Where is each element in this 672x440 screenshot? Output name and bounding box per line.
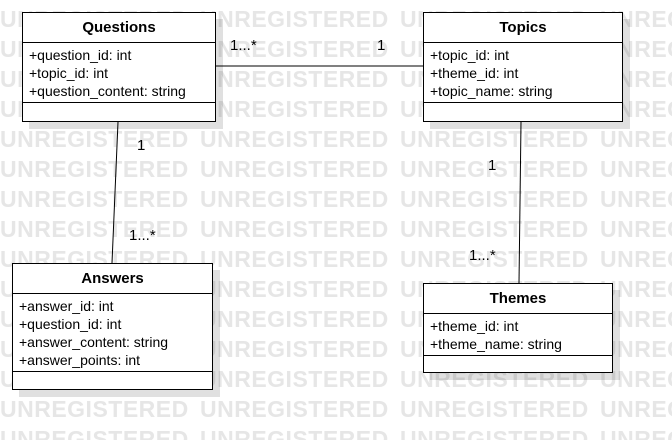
class-questions-attributes: +question_id: int +topic_id: int +questi… bbox=[23, 43, 215, 103]
attribute: +answer_id: int bbox=[19, 298, 114, 314]
class-answers-attributes: +answer_id: int +question_id: int +answe… bbox=[13, 294, 212, 372]
attribute: +answer_content: string bbox=[19, 334, 169, 350]
multiplicity-topics-themes-source: 1 bbox=[488, 157, 497, 174]
attribute: +theme_id: int bbox=[430, 65, 519, 81]
class-themes[interactable]: Themes +theme_id: int +theme_name: strin… bbox=[423, 283, 613, 373]
attribute: +theme_name: string bbox=[430, 336, 562, 352]
class-topics-title: Topics bbox=[424, 13, 622, 43]
attribute: +answer_points: int bbox=[19, 352, 141, 368]
multiplicity-questions-topics-source: 1...* bbox=[230, 37, 257, 54]
association-topics-themes bbox=[518, 121, 522, 284]
class-themes-attributes: +theme_id: int +theme_name: string bbox=[424, 314, 612, 356]
multiplicity-topics-themes-target: 1...* bbox=[469, 247, 496, 264]
attribute: +topic_id: int bbox=[430, 47, 509, 63]
attribute: +topic_name: string bbox=[430, 83, 553, 99]
class-questions[interactable]: Questions +question_id: int +topic_id: i… bbox=[22, 12, 216, 122]
attribute: +question_content: string bbox=[29, 83, 186, 99]
association-questions-answers bbox=[111, 121, 119, 264]
class-topics-attributes: +topic_id: int +theme_id: int +topic_nam… bbox=[424, 43, 622, 103]
multiplicity-questions-answers-target: 1...* bbox=[129, 227, 156, 244]
class-questions-operations bbox=[23, 103, 215, 112]
attribute: +topic_id: int bbox=[29, 65, 108, 81]
multiplicity-questions-topics-target: 1 bbox=[377, 37, 386, 54]
class-topics-operations bbox=[424, 103, 622, 112]
class-answers-title: Answers bbox=[13, 264, 212, 294]
diagram-canvas: UNREGISTEREDUNREGISTEREDUNREGISTEREDUNRE… bbox=[0, 0, 672, 440]
class-answers-operations bbox=[13, 372, 212, 381]
class-topics[interactable]: Topics +topic_id: int +theme_id: int +to… bbox=[423, 12, 623, 122]
attribute: +question_id: int bbox=[29, 47, 132, 63]
attribute: +question_id: int bbox=[19, 316, 122, 332]
attribute: +theme_id: int bbox=[430, 318, 519, 334]
multiplicity-questions-answers-source: 1 bbox=[137, 137, 146, 154]
class-answers[interactable]: Answers +answer_id: int +question_id: in… bbox=[12, 263, 213, 390]
class-questions-title: Questions bbox=[23, 13, 215, 43]
class-themes-title: Themes bbox=[424, 284, 612, 314]
class-themes-operations bbox=[424, 356, 612, 365]
